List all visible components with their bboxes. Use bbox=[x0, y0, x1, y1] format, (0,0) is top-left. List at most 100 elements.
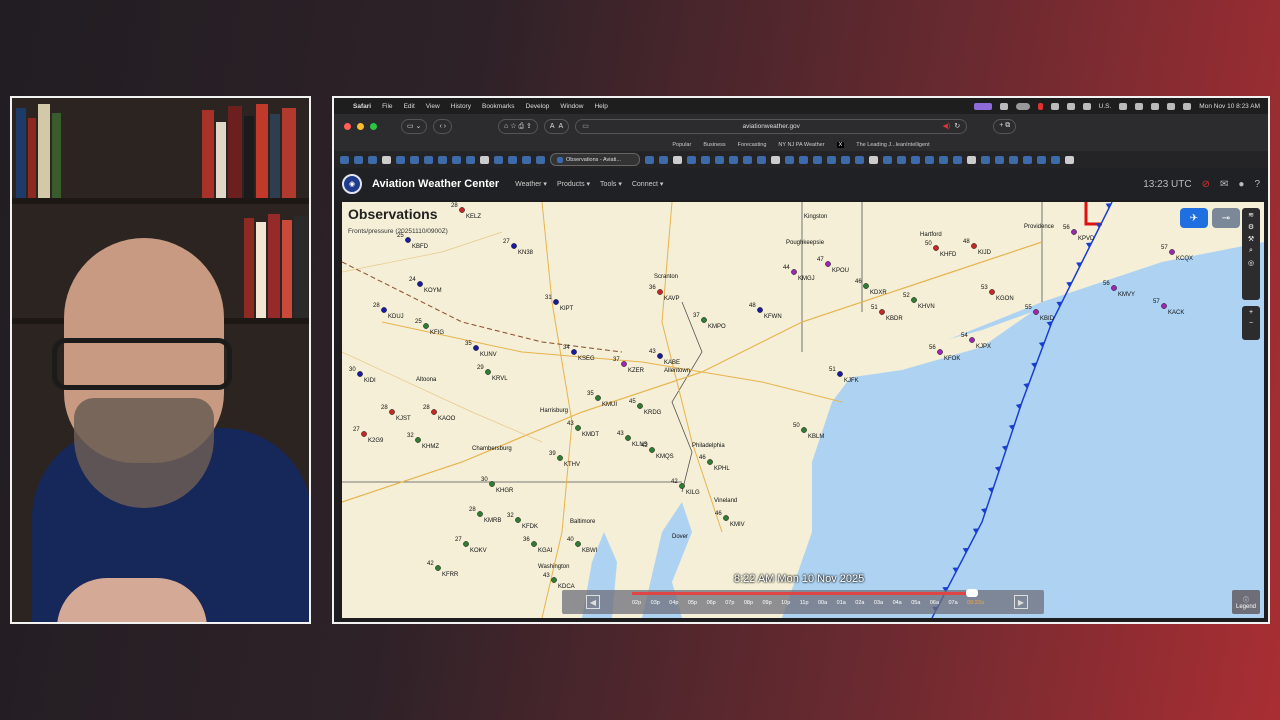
timeline-hour[interactable]: 01a bbox=[837, 600, 846, 606]
tab-icon[interactable] bbox=[869, 155, 878, 164]
station-plot[interactable]: 40 KBWI bbox=[567, 537, 598, 554]
user-icon[interactable]: ● bbox=[1238, 179, 1244, 190]
station-plot[interactable]: 30 KIDI bbox=[349, 367, 376, 384]
fav-x-icon[interactable]: X bbox=[836, 141, 845, 148]
menu-view[interactable]: View bbox=[426, 103, 440, 110]
station-plot[interactable]: 28 KAOO bbox=[423, 405, 456, 422]
station-plot[interactable]: 42 KMQS bbox=[641, 443, 674, 460]
tab-icon[interactable] bbox=[659, 155, 668, 164]
station-plot[interactable]: 28 KMRB bbox=[469, 507, 501, 524]
tab-icon[interactable] bbox=[925, 155, 934, 164]
fav-popular[interactable]: Popular bbox=[672, 142, 691, 148]
menubar-clock[interactable]: Mon Nov 10 8:23 AM bbox=[1199, 103, 1260, 110]
site-title[interactable]: Aviation Weather Center bbox=[372, 178, 499, 190]
station-plot[interactable]: 57 KCQX bbox=[1161, 245, 1193, 262]
user-icon[interactable] bbox=[1119, 102, 1128, 110]
menu-history[interactable]: History bbox=[451, 103, 471, 110]
record-icon[interactable] bbox=[999, 102, 1008, 110]
locate-icon[interactable]: ◎ bbox=[1248, 259, 1254, 267]
text-larger-button[interactable]: A bbox=[559, 123, 564, 130]
legend-button[interactable]: ⓘ Legend bbox=[1232, 590, 1260, 614]
tab-icon[interactable] bbox=[757, 155, 766, 164]
tab-icon[interactable] bbox=[743, 155, 752, 164]
tab-icon[interactable] bbox=[354, 155, 363, 164]
tab-icon[interactable] bbox=[508, 155, 517, 164]
reader-size-buttons[interactable]: A A bbox=[543, 118, 570, 134]
wifi-icon[interactable] bbox=[1135, 102, 1144, 110]
new-tab-button[interactable]: + ⧉ bbox=[993, 118, 1017, 134]
menu-edit[interactable]: Edit bbox=[404, 103, 415, 110]
tab-icon[interactable] bbox=[1065, 155, 1074, 164]
tab-icon[interactable] bbox=[799, 155, 808, 164]
tab-icon[interactable] bbox=[995, 155, 1004, 164]
station-plot[interactable]: 24 KOYM bbox=[409, 277, 442, 294]
tab-icon[interactable] bbox=[410, 155, 419, 164]
timeline-hour[interactable]: 08:22a bbox=[967, 600, 984, 606]
tab-icon[interactable] bbox=[827, 155, 836, 164]
menu-app[interactable]: Safari bbox=[353, 103, 371, 110]
zoom-window-button[interactable] bbox=[370, 122, 377, 130]
station-plot[interactable]: 43 KMDT bbox=[567, 421, 599, 438]
menu-file[interactable]: File bbox=[382, 103, 392, 110]
station-plot[interactable]: 44 KMGJ bbox=[783, 265, 815, 282]
timeline-hour[interactable]: 03a bbox=[874, 600, 883, 606]
settings-icon[interactable]: ⚙ bbox=[1248, 223, 1254, 231]
tab-icon[interactable] bbox=[883, 155, 892, 164]
timeline-hour[interactable]: 07a bbox=[948, 600, 957, 606]
station-plot[interactable]: 28 KDUJ bbox=[373, 303, 404, 320]
station-plot[interactable]: 46 KDXR bbox=[855, 279, 887, 296]
tab-icon[interactable] bbox=[911, 155, 920, 164]
tab-icon[interactable] bbox=[813, 155, 822, 164]
control-center-icon[interactable] bbox=[1183, 102, 1192, 110]
timeline-hour[interactable]: 11p bbox=[800, 600, 809, 606]
zoom-in-icon[interactable]: + bbox=[1249, 309, 1253, 316]
station-plot[interactable]: 25KBFD bbox=[397, 233, 429, 250]
airplane-mode-button[interactable]: ✈ bbox=[1180, 208, 1208, 228]
help-icon[interactable]: ? bbox=[1254, 179, 1260, 190]
station-plot[interactable]: 27 KOKV bbox=[455, 537, 487, 554]
tab-icon[interactable] bbox=[939, 155, 948, 164]
tab-icon[interactable] bbox=[1009, 155, 1018, 164]
station-plot[interactable]: 31 KIPT bbox=[545, 295, 574, 312]
timeline-hour[interactable]: 03p bbox=[651, 600, 660, 606]
timeline-hour[interactable]: 06a bbox=[930, 600, 939, 606]
map-canvas[interactable]: Scranton Allentown Harrisburg Philadelphia B… bbox=[342, 202, 1264, 618]
tab-icon[interactable] bbox=[645, 155, 654, 164]
station-plot[interactable]: 25 KFIG bbox=[415, 319, 444, 336]
tab-icon[interactable] bbox=[396, 155, 405, 164]
timeline-hour[interactable]: 09p bbox=[762, 600, 771, 606]
station-plot[interactable]: 36 KGAI bbox=[523, 537, 553, 554]
volume-icon[interactable] bbox=[1066, 102, 1075, 110]
alert-icon[interactable]: ⊘ bbox=[1202, 179, 1210, 190]
back-forward-buttons[interactable]: ‹ › bbox=[433, 118, 453, 134]
tab-icon[interactable] bbox=[522, 155, 531, 164]
tab-icon[interactable] bbox=[382, 155, 391, 164]
station-plot[interactable]: 51 KBDR bbox=[871, 305, 903, 322]
menu-develop[interactable]: Develop bbox=[526, 103, 550, 110]
station-plot[interactable]: 45 KRDG bbox=[629, 399, 662, 416]
tab-icon[interactable] bbox=[841, 155, 850, 164]
timeline-handle[interactable] bbox=[966, 589, 978, 597]
tab-icon[interactable] bbox=[673, 155, 682, 164]
station-plot[interactable]: 50 KHFD bbox=[925, 241, 957, 258]
station-plot[interactable]: 42 KILG bbox=[671, 479, 700, 496]
screen-share-icon[interactable] bbox=[973, 102, 992, 110]
tab-icon[interactable] bbox=[855, 155, 864, 164]
menu-bookmarks[interactable]: Bookmarks bbox=[482, 103, 515, 110]
station-plot[interactable]: 39 KTHV bbox=[549, 451, 580, 468]
station-plot[interactable]: 46 KPHL bbox=[699, 455, 730, 472]
station-plot[interactable]: 28 KELZ bbox=[451, 203, 481, 220]
tab-icon[interactable] bbox=[536, 155, 545, 164]
tab-icon[interactable] bbox=[480, 155, 489, 164]
zoom-out-icon[interactable]: − bbox=[1249, 320, 1253, 327]
tab-icon[interactable] bbox=[729, 155, 738, 164]
nav-tools[interactable]: Tools ▾ bbox=[600, 180, 622, 188]
battery-icon[interactable] bbox=[1037, 102, 1043, 110]
station-plot[interactable]: 32 KHMZ bbox=[407, 433, 439, 450]
timeline-play-button[interactable]: ▶ bbox=[1014, 595, 1028, 609]
station-plot[interactable]: 52 KHVN bbox=[903, 293, 935, 310]
tab-icon[interactable] bbox=[687, 155, 696, 164]
nav-weather[interactable]: Weather ▾ bbox=[515, 180, 547, 188]
menu-window[interactable]: Window bbox=[560, 103, 583, 110]
station-plot[interactable]: 37 KMPO bbox=[693, 313, 726, 330]
